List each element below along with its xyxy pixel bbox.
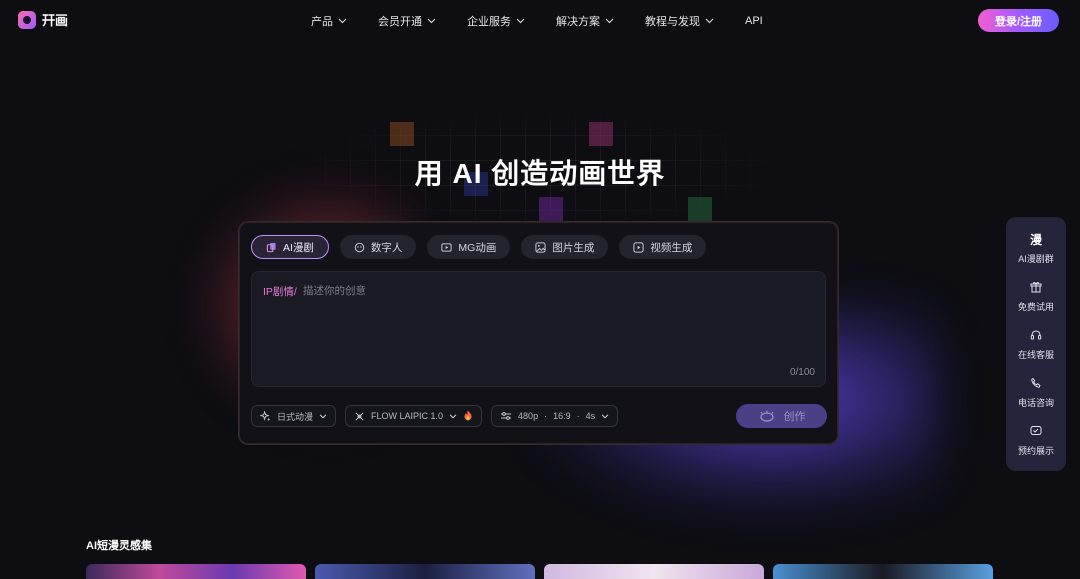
- chevron-down-icon: [601, 413, 609, 419]
- create-label: 创作: [783, 411, 806, 423]
- side-item-label: AI漫剧群: [1018, 254, 1054, 264]
- image-icon: [535, 241, 546, 253]
- char-counter: 0/100: [789, 367, 815, 378]
- video-icon: [633, 241, 644, 253]
- model-icon: [355, 412, 364, 420]
- nav-item-label: 教程与发现: [645, 16, 700, 28]
- tab-mg-animation[interactable]: MG动画: [427, 235, 511, 259]
- resolution-value: 480p: [518, 411, 539, 421]
- separator-dot: ·: [576, 411, 580, 421]
- tab-image-generation[interactable]: 图片生成: [521, 235, 609, 259]
- nav-item-label: 企业服务: [467, 16, 511, 28]
- side-item-label: 免费试用: [1017, 302, 1054, 312]
- nav-item-products[interactable]: 产品: [311, 13, 347, 29]
- side-item-ai-comic-group[interactable]: 漫 AI漫剧群: [1018, 231, 1054, 279]
- tab-digital-human[interactable]: 数字人: [339, 235, 417, 259]
- side-item-book-demo[interactable]: 预约展示: [1018, 423, 1054, 471]
- tab-ai-comic[interactable]: AI漫剧: [251, 235, 329, 259]
- chevron-down-icon: [338, 18, 347, 24]
- tab-video-generation[interactable]: 视频生成: [619, 235, 707, 259]
- nav-item-label: 产品: [311, 16, 333, 28]
- grid-cell-decor: [688, 197, 712, 221]
- style-select[interactable]: 日式动漫: [251, 405, 337, 427]
- tab-label: 图片生成: [552, 241, 595, 254]
- nav-item-label: 会员开通: [378, 16, 422, 28]
- side-item-label: 在线客服: [1017, 350, 1054, 360]
- separator-dot: ·: [544, 411, 548, 421]
- side-item-phone-consult[interactable]: 电话咨询: [1018, 375, 1054, 423]
- nav-item-membership[interactable]: 会员开通: [378, 13, 436, 29]
- brand-logo[interactable]: 幵画: [18, 10, 68, 29]
- create-button[interactable]: 创作: [736, 404, 827, 428]
- duration-value: 4s: [585, 411, 596, 421]
- chevron-down-icon: [449, 413, 457, 419]
- creator-card: AI漫剧 数字人 MG动画 图片生成 视频生成 IP剧情/ 0/100 日式动漫: [238, 221, 839, 445]
- gallery-thumbnail[interactable]: [86, 564, 306, 579]
- headset-icon: [1030, 327, 1042, 343]
- nav-item-tutorials[interactable]: 教程与发现: [645, 13, 714, 29]
- chevron-down-icon: [427, 18, 436, 24]
- tab-label: 视频生成: [650, 241, 693, 254]
- model-select[interactable]: FLOW LAIPIC 1.0: [345, 405, 483, 427]
- chevron-down-icon: [705, 18, 714, 24]
- phone-icon: [1030, 375, 1042, 391]
- gallery-thumbnail[interactable]: [315, 564, 535, 579]
- prompt-input[interactable]: [303, 280, 723, 302]
- chevron-down-icon: [516, 18, 525, 24]
- top-header: 幵画 产品 会员开通 企业服务 解决方案 教程与发现 API 登录/注册: [0, 0, 1080, 42]
- gift-icon: [1030, 279, 1042, 295]
- ratio-value: 16:9: [553, 411, 571, 421]
- fire-icon: [464, 410, 472, 421]
- prompt-prefix: IP剧情/: [263, 286, 297, 298]
- grid-cell-decor: [539, 197, 563, 221]
- manhua-logo-icon: 漫: [1029, 232, 1042, 247]
- sparkle-icon: [260, 410, 271, 421]
- side-item-label: 预约展示: [1017, 446, 1054, 456]
- creator-tabs: AI漫剧 数字人 MG动画 图片生成 视频生成: [251, 235, 707, 259]
- mg-animation-icon: [441, 242, 453, 252]
- chat-calendar-icon: [1030, 423, 1042, 439]
- side-item-label: 电话咨询: [1017, 398, 1054, 408]
- nav-item-enterprise[interactable]: 企业服务: [467, 13, 525, 29]
- chevron-down-icon: [605, 18, 614, 24]
- hero-title: 用 AI 创造动画世界: [414, 158, 666, 189]
- nav-item-label: 解决方案: [556, 16, 600, 28]
- tab-label: MG动画: [458, 241, 497, 254]
- floating-side-panel: 漫 AI漫剧群 免费试用 在线客服 电话咨询 预约展示: [1006, 217, 1066, 471]
- prompt-box: IP剧情/ 0/100: [251, 271, 826, 387]
- nav-item-solutions[interactable]: 解决方案: [556, 13, 614, 29]
- sliders-icon: [501, 412, 512, 420]
- digital-human-icon: [354, 242, 365, 252]
- section-title: AI短漫灵感集: [86, 540, 152, 552]
- main-nav: 产品 会员开通 企业服务 解决方案 教程与发现 API: [311, 13, 794, 29]
- chevron-down-icon: [319, 413, 327, 419]
- logo-mark-icon: [18, 10, 36, 29]
- tab-label: 数字人: [370, 241, 403, 254]
- tab-label: AI漫剧: [283, 241, 314, 254]
- login-register-button[interactable]: 登录/注册: [978, 9, 1059, 32]
- grid-cell-decor: [390, 122, 414, 146]
- style-value: 日式动漫: [277, 411, 314, 422]
- side-item-online-support[interactable]: 在线客服: [1018, 327, 1054, 375]
- brand-name: 幵画: [42, 13, 69, 28]
- model-value: FLOW LAIPIC 1.0: [371, 411, 444, 421]
- magic-wand-icon: [759, 410, 774, 422]
- gallery-thumbnail[interactable]: [544, 564, 764, 579]
- nav-item-api[interactable]: API: [745, 13, 763, 29]
- gallery-thumbnail[interactable]: [773, 564, 993, 579]
- ai-comic-icon: [266, 242, 276, 252]
- grid-cell-decor: [589, 122, 613, 146]
- generation-controls: 日式动漫 FLOW LAIPIC 1.0 480p · 16:9 · 4s: [251, 405, 619, 427]
- output-settings-select[interactable]: 480p · 16:9 · 4s: [491, 405, 619, 427]
- side-item-free-trial[interactable]: 免费试用: [1018, 279, 1054, 327]
- inspiration-gallery: [86, 564, 993, 579]
- nav-item-label: API: [745, 15, 763, 27]
